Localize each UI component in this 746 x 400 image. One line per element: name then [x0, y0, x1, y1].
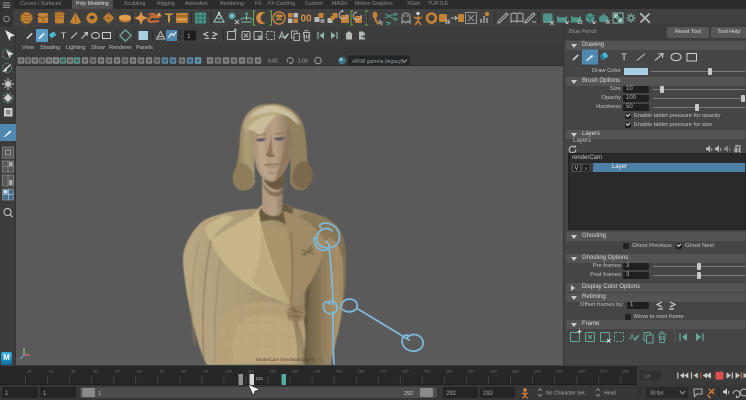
svg-text:230: 230 — [512, 369, 519, 374]
svg-text:250: 250 — [556, 369, 563, 374]
svg-text:180: 180 — [402, 369, 409, 374]
svg-text:60: 60 — [137, 369, 142, 374]
svg-text:40: 40 — [93, 369, 98, 374]
svg-text:1: 1 — [187, 33, 191, 40]
svg-text:No Character Set: No Character Set — [546, 391, 585, 397]
svg-text:190: 190 — [424, 369, 431, 374]
svg-text:210: 210 — [468, 369, 475, 374]
svg-text:50: 50 — [115, 369, 120, 374]
svg-text:Head: Head — [604, 391, 616, 397]
svg-text:170: 170 — [380, 369, 387, 374]
svg-text:270: 270 — [600, 369, 607, 374]
svg-text:140: 140 — [314, 369, 321, 374]
svg-text:292: 292 — [446, 391, 457, 397]
svg-text:20: 20 — [49, 369, 54, 374]
svg-text:200: 200 — [446, 369, 453, 374]
svg-text:0.00: 0.00 — [268, 59, 278, 65]
svg-text:292: 292 — [404, 391, 413, 397]
svg-text:240: 240 — [534, 369, 541, 374]
svg-text:30: 30 — [71, 369, 76, 374]
svg-text:10: 10 — [27, 369, 32, 374]
svg-text:160: 160 — [358, 369, 365, 374]
svg-text:T: T — [621, 53, 627, 64]
svg-text:90: 90 — [203, 369, 208, 374]
svg-text:100: 100 — [225, 369, 232, 374]
svg-text:T: T — [165, 11, 173, 26]
svg-text:120: 120 — [270, 369, 277, 374]
svg-text:T: T — [61, 31, 66, 41]
svg-text:1.00: 1.00 — [298, 59, 308, 65]
svg-text:70: 70 — [159, 369, 164, 374]
svg-text:115: 115 — [256, 376, 264, 381]
svg-text:renderCam (resolutionLayer): renderCam (resolutionLayer) 4 — [256, 357, 322, 362]
svg-text:150: 150 — [336, 369, 343, 374]
svg-text:30 fps: 30 fps — [650, 391, 664, 397]
svg-text:130: 130 — [292, 369, 299, 374]
svg-text:80: 80 — [181, 369, 186, 374]
svg-text:00: 00 — [300, 14, 312, 25]
svg-text:260: 260 — [578, 369, 585, 374]
svg-text:115: 115 — [643, 374, 651, 379]
svg-text:1: 1 — [98, 391, 101, 397]
svg-text:280: 280 — [622, 369, 629, 374]
svg-text:220: 220 — [490, 369, 497, 374]
svg-text:110: 110 — [247, 369, 254, 374]
svg-text:sRGB gamma (legacy): sRGB gamma (legacy) — [352, 59, 403, 65]
svg-text:292: 292 — [483, 391, 494, 397]
